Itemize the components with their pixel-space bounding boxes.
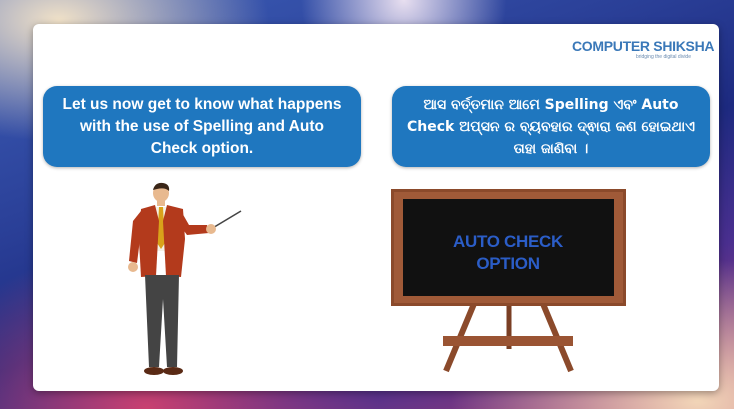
blackboard-line-2: OPTION — [476, 254, 540, 273]
english-message-bubble: Let us now get to know what happens with… — [43, 86, 361, 167]
teacher-illustration — [111, 181, 251, 381]
logo-tagline: bridging the digital divide — [635, 54, 691, 60]
blackboard-line-1: AUTO CHECK — [452, 232, 564, 251]
odia-message-bubble: ଆସ ବର୍ତ୍ତମାନ ଆମେ Spelling ଏବଂ Auto Check… — [392, 86, 710, 167]
teacher-figure-icon — [128, 182, 242, 375]
english-message-text: Let us now get to know what happens with… — [62, 95, 342, 157]
blackboard-text: AUTO CHECK OPTION — [433, 219, 583, 287]
odia-message-text: ଆସ ବର୍ତ୍ତମାନ ଆମେ Spelling ଏବଂ Auto Check… — [407, 96, 695, 157]
logo-name: COMPUTER SHIKSHA — [572, 38, 715, 54]
slide-card: COMPUTER SHIKSHA bridging the digital di… — [33, 24, 719, 391]
computer-shiksha-logo: COMPUTER SHIKSHA bridging the digital di… — [572, 34, 715, 68]
blackboard: AUTO CHECK OPTION — [391, 189, 631, 374]
